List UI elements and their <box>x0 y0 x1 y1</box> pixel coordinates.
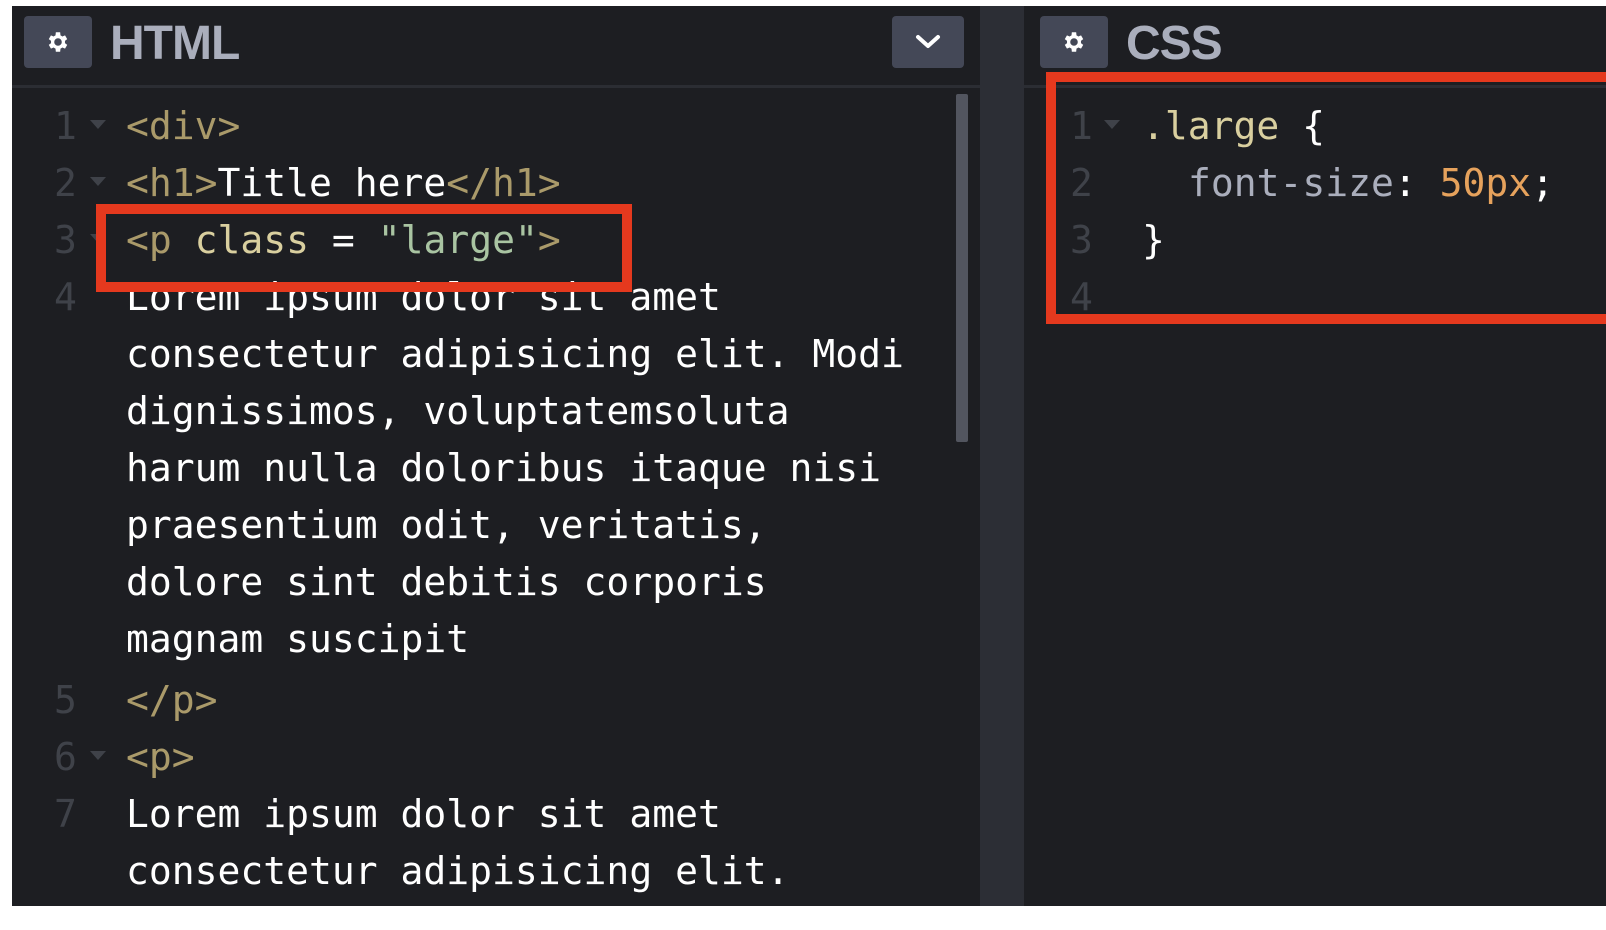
pane-resize-handle[interactable] <box>980 6 1024 906</box>
code-text: praesentium odit, veritatis, <box>126 503 767 547</box>
code-text: consectetur adipisicing elit. Modi <box>126 332 904 376</box>
css-pane-title: CSS <box>1126 17 1223 70</box>
gear-icon <box>48 32 68 52</box>
line-number: 1 <box>54 104 77 148</box>
code-token-tag: <h1> <box>126 161 218 205</box>
code-text: consectetur adipisicing elit. <box>126 849 790 893</box>
code-line: 4 Lorem ipsum dolor sit amet consectetur… <box>12 269 980 668</box>
code-token-tag: <p> <box>126 735 195 779</box>
code-text: dolore sint debitis corporis <box>126 560 767 604</box>
class-attribute-highlight <box>96 204 632 292</box>
html-scrollbar[interactable] <box>956 94 968 442</box>
css-rule-highlight <box>1046 72 1606 324</box>
chevron-down-icon <box>916 35 940 48</box>
line-number: 6 <box>54 735 77 779</box>
fold-arrow-icon[interactable] <box>90 177 106 186</box>
code-text: <p> <box>126 729 195 786</box>
html-pane-title: HTML <box>110 17 240 70</box>
gear-icon <box>1064 32 1084 52</box>
code-line: 6 <p> <box>12 729 980 786</box>
line-number: 3 <box>54 218 77 262</box>
css-settings-button[interactable] <box>1040 16 1108 68</box>
code-text: <div> <box>126 98 240 155</box>
html-pane: HTML 1 <div> 2 <h1>Title here</h1> 3 <p … <box>12 6 980 906</box>
code-text: </p> <box>126 672 218 729</box>
code-text: Lorem ipsum dolor sit amet <box>126 792 721 836</box>
code-line: 7 Lorem ipsum dolor sit amet consectetur… <box>12 786 980 900</box>
code-token-tag: </p> <box>126 678 218 722</box>
code-text: harum nulla doloribus itaque nisi <box>126 446 881 490</box>
html-collapse-button[interactable] <box>892 16 964 68</box>
css-pane: CSS 1 .large { 2 font-size: 50px; 3 } 4 <box>1024 6 1606 906</box>
fold-arrow-icon[interactable] <box>90 751 106 760</box>
line-number: 5 <box>54 678 77 722</box>
html-settings-button[interactable] <box>24 16 92 68</box>
code-token-tag: <div> <box>126 104 241 148</box>
code-text: dignissimos, voluptatemsoluta <box>126 389 790 433</box>
code-line: 5 </p> <box>12 672 980 729</box>
code-text: magnam suscipit <box>126 617 470 661</box>
fold-arrow-icon[interactable] <box>90 120 106 129</box>
code-editor: HTML 1 <div> 2 <h1>Title here</h1> 3 <p … <box>12 6 1606 906</box>
html-pane-header: HTML <box>12 6 980 88</box>
line-number: 2 <box>54 161 77 205</box>
line-number: 4 <box>54 275 77 319</box>
line-number: 7 <box>54 792 77 836</box>
code-token-text: Title here <box>217 161 447 205</box>
code-token-tag: </h1> <box>446 161 561 205</box>
code-line: 1 <div> <box>12 98 980 155</box>
